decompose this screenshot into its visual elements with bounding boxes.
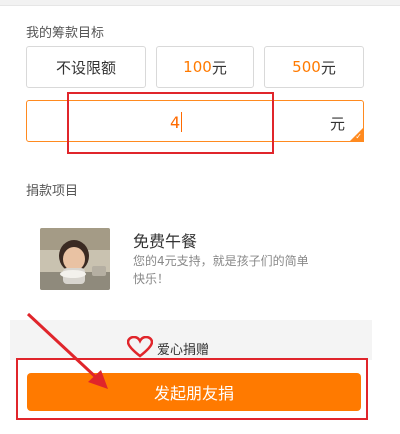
arrow-annotation-icon: [26, 312, 108, 389]
